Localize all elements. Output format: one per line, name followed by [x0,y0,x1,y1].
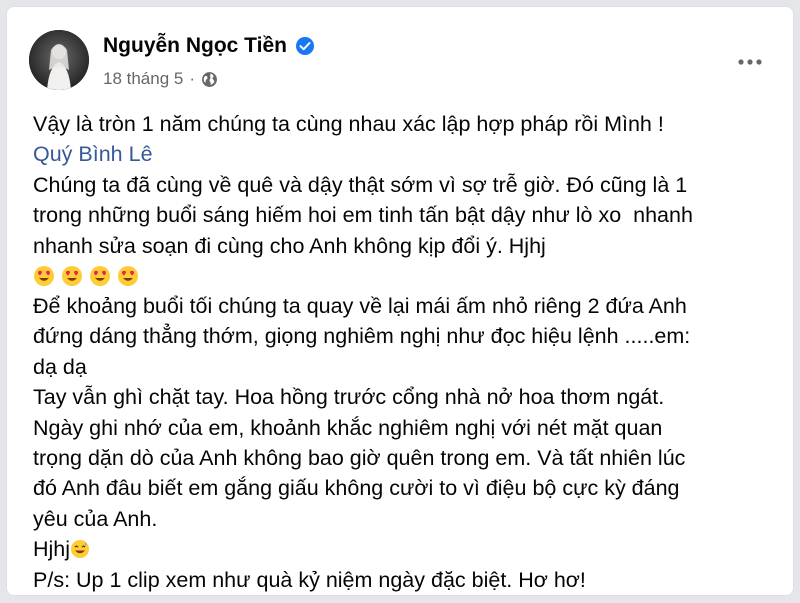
post-text-line-with-emoji: Hjhj [33,534,783,564]
post-text-line: trong những buổi sáng hiếm hoi em tinh t… [33,203,693,228]
post-text-line: Để khoảng buổi tối chúng ta quay về lại … [33,294,687,319]
post-text-line: Ngày ghi nhớ của em, khoảnh khắc nghiêm … [33,415,663,440]
post-content: Vậy là tròn 1 năm chúng ta cùng nhau xác… [33,109,783,595]
mention-link[interactable]: Quý Bình Lê [33,142,153,166]
post-text-line: trọng dặn dò của Anh không bao giờ quên … [33,446,686,471]
post-text-line: đó Anh đâu biết em gắng giấu không cười … [33,476,680,501]
author-avatar[interactable] [29,30,89,90]
post-text-line: nhanh sửa soạn đi cùng cho Anh không kịp… [33,233,546,258]
globe-icon[interactable] [201,71,218,88]
emoji-row [33,261,783,291]
hjhj-text: Hjhj [33,537,71,562]
author-name-row: Nguyễn Ngọc Tiền [103,34,315,58]
heart-eyes-emoji-icon [117,265,139,287]
post-header: Nguyễn Ngọc Tiền 18 tháng 5 · [23,27,783,91]
author-name[interactable]: Nguyễn Ngọc Tiền [103,34,287,58]
meta-separator: · [189,69,196,88]
post-text-line: đứng dáng thẳng thớm, giọng nghiêm nghị … [33,324,691,349]
heart-eyes-emoji-icon [61,265,83,287]
more-options-icon[interactable] [735,55,765,69]
avatar-image [29,30,89,90]
post-text-line: dạ dạ [33,354,87,379]
post-text-line: P/s: Up 1 clip xem như quà kỷ niệm ngày … [33,567,586,592]
post-text-line: Chúng ta đã cùng về quê và dậy thật sớm … [33,172,688,197]
post-text-line: yêu của Anh. [33,506,158,531]
heart-eyes-emoji-icon [33,265,55,287]
grin-sweat-emoji-icon [70,537,90,559]
post-card: Nguyễn Ngọc Tiền 18 tháng 5 · Vậy là trò… [6,6,794,596]
post-text-line: Vậy là tròn 1 năm chúng ta cùng nhau xác… [33,112,664,136]
post-meta: 18 tháng 5 · [103,69,218,89]
post-date[interactable]: 18 tháng 5 [103,69,183,89]
post-text-line: Tay vẫn ghì chặt tay. Hoa hồng trước cổn… [33,385,665,410]
verified-badge-icon [295,36,315,56]
heart-eyes-emoji-icon [89,265,111,287]
